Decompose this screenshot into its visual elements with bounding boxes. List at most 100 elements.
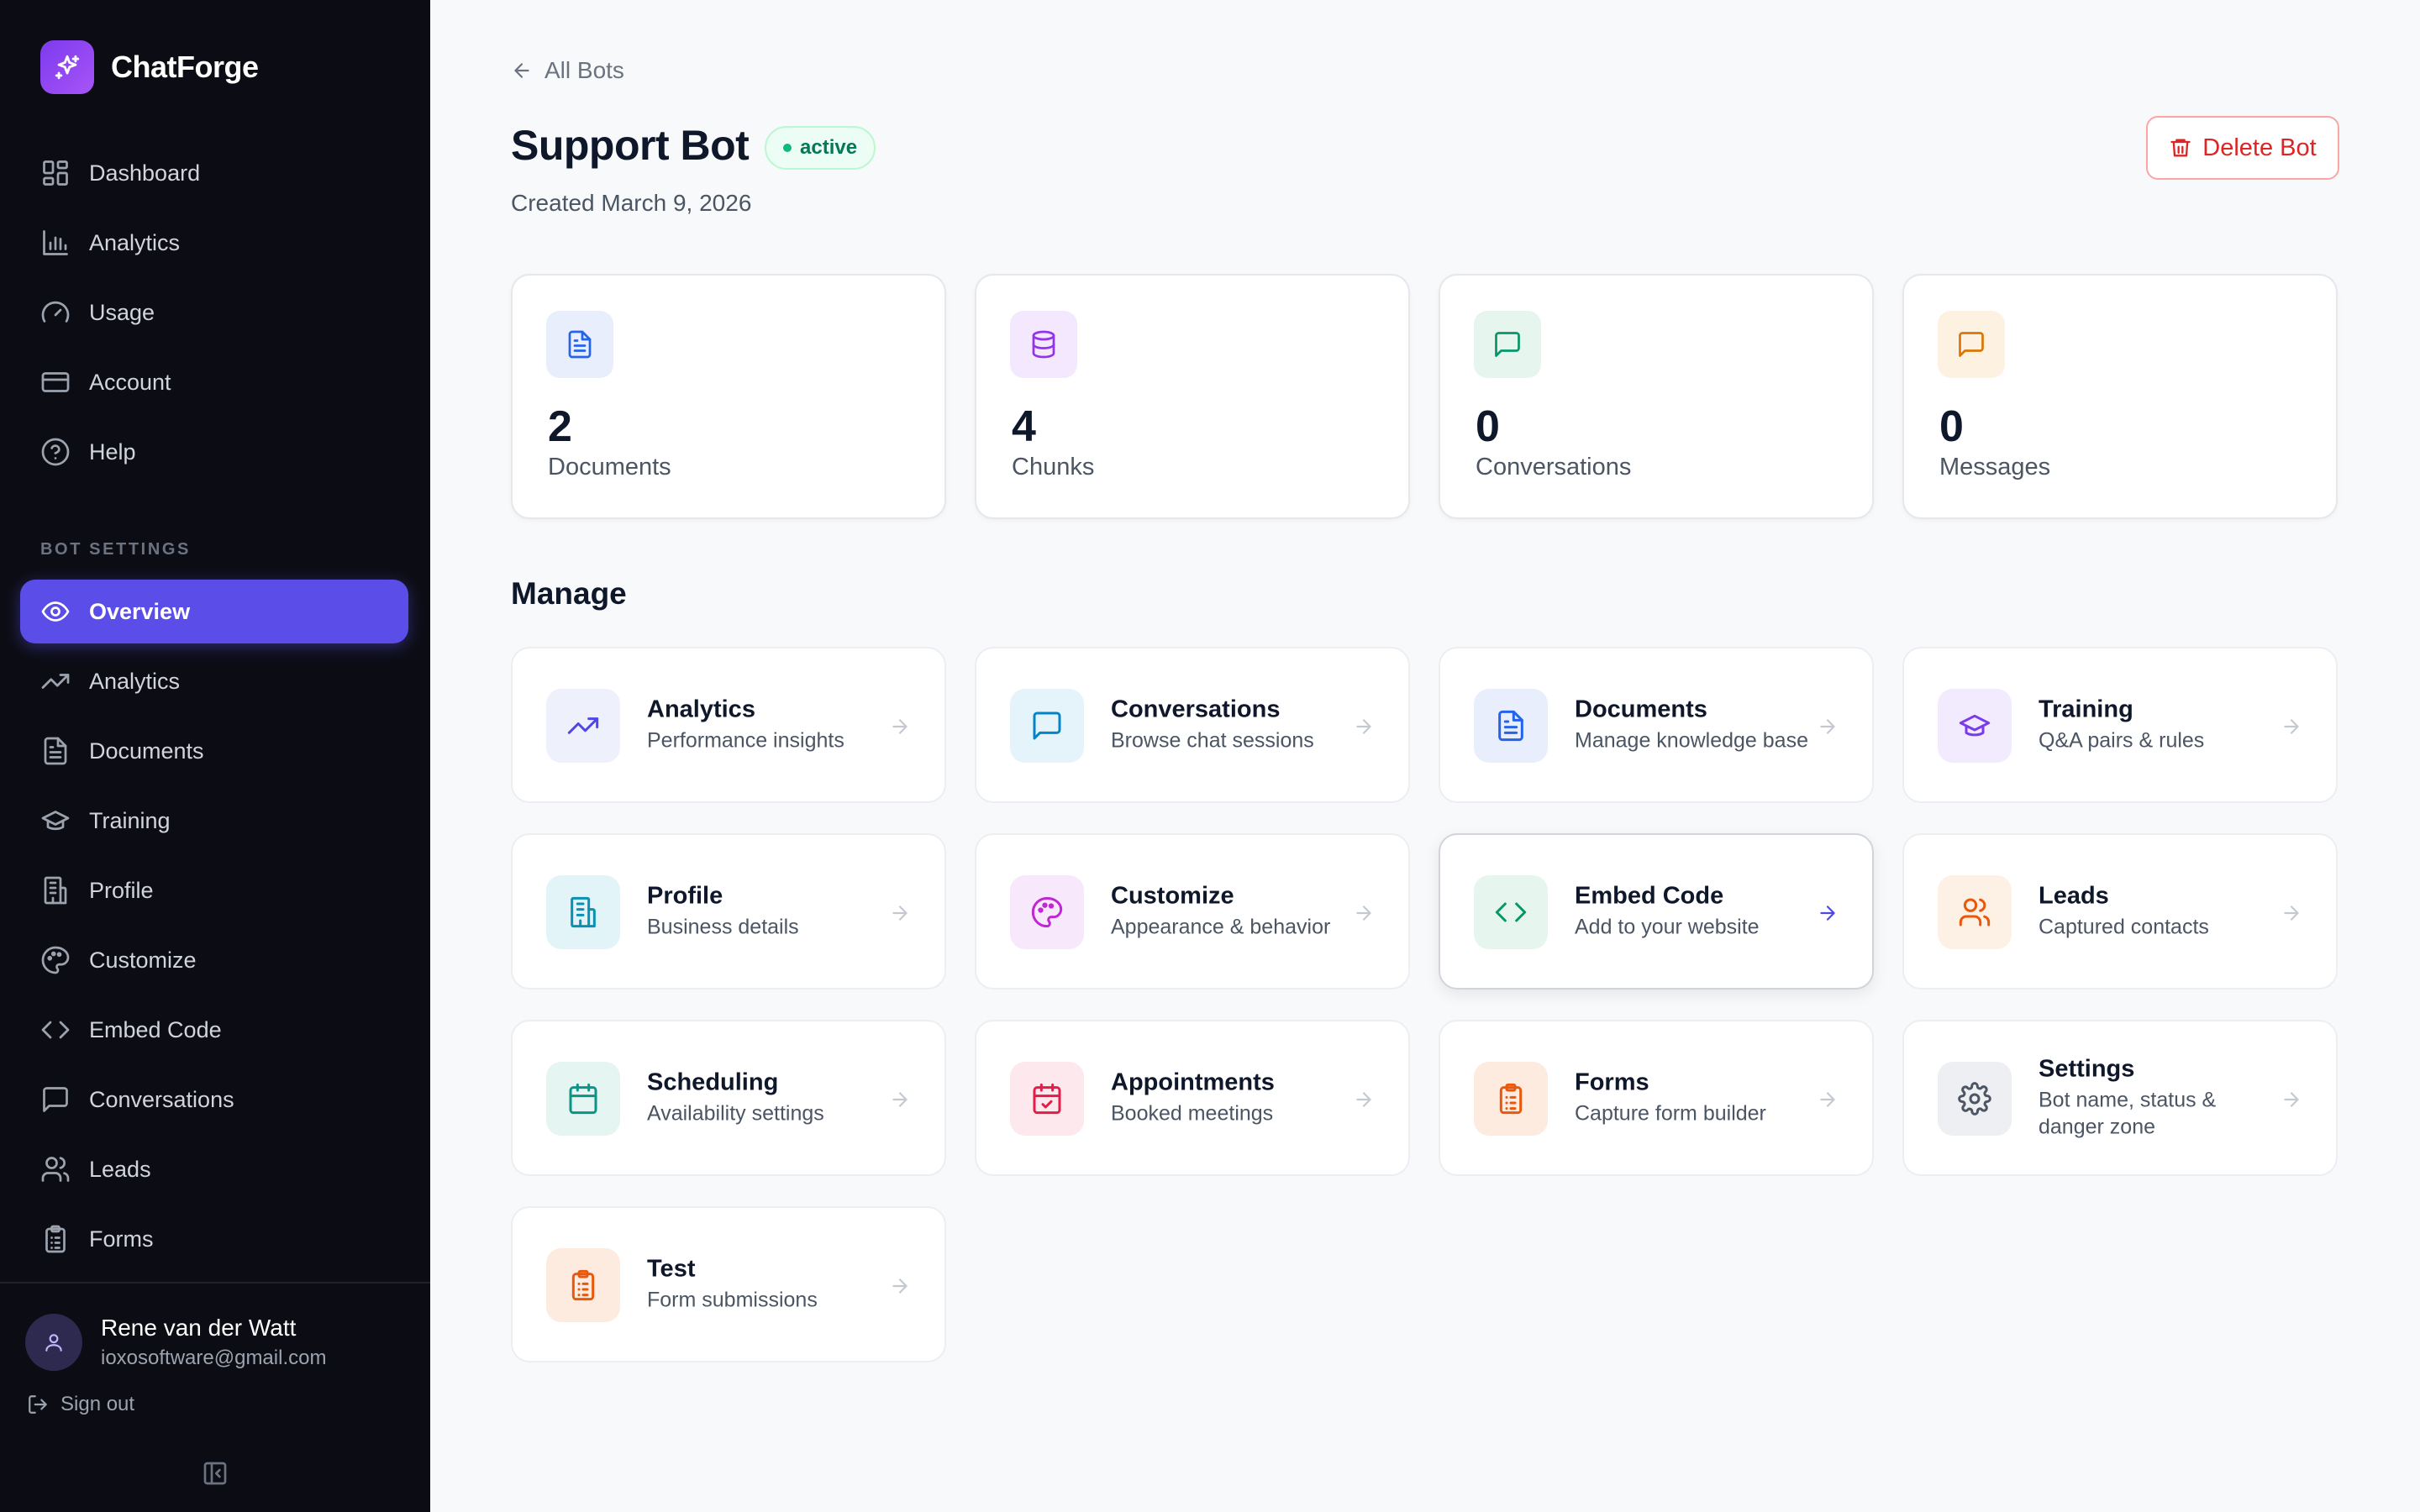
trending-up-icon — [41, 674, 70, 689]
sidebar-item-overview[interactable]: Overview — [20, 580, 408, 643]
sidebar: ChatForge Dashboard Analytics Usage Account… — [0, 0, 430, 1512]
manage-card-customize[interactable]: Customize Appearance & behavior — [975, 833, 1410, 990]
eye-icon — [41, 601, 70, 622]
building-icon — [44, 876, 67, 905]
manage-card-analytics[interactable]: Analytics Performance insights — [511, 647, 946, 803]
sidebar-item-label: Account — [89, 369, 171, 395]
manage-card-appointments[interactable]: Appointments Booked meetings — [975, 1020, 1410, 1176]
sidebar-item-leads[interactable]: Leads — [20, 1137, 408, 1201]
sign-out-button[interactable]: Sign out — [27, 1393, 134, 1416]
sidebar-item-dashboard[interactable]: Dashboard — [20, 141, 408, 205]
sidebar-item-analytics[interactable]: Analytics — [20, 211, 408, 275]
arrow-right-icon — [892, 906, 908, 921]
log-out-icon — [29, 1395, 47, 1414]
stats-row: 2 Documents 4 Chunks 0 Conversations 0 Messages — [511, 274, 2339, 519]
card-title: Forms — [1575, 1068, 1649, 1096]
arrow-right-icon — [1356, 719, 1371, 734]
clipboard-list-icon — [571, 1269, 595, 1301]
manage-card-embed-code[interactable]: Embed Code Add to your website — [1439, 833, 1874, 990]
card-subtitle: Manage knowledge base — [1575, 728, 1808, 753]
card-title: Documents — [1575, 696, 1707, 723]
stat-icon — [1938, 311, 2005, 378]
sparkles-icon — [40, 40, 94, 94]
card-subtitle: Capture form builder — [1575, 1101, 1766, 1126]
arrow-right-icon — [2284, 1092, 2299, 1107]
graduation-cap-icon — [41, 811, 70, 831]
sidebar-item-usage[interactable]: Usage — [20, 281, 408, 344]
sidebar-item-profile[interactable]: Profile — [20, 858, 408, 922]
arrow-right-icon — [892, 1092, 908, 1107]
calendar-check-icon — [1033, 1083, 1061, 1115]
clipboard-list-icon — [1499, 1083, 1523, 1115]
arrow-right-icon — [892, 719, 908, 734]
brand-name: ChatForge — [111, 50, 259, 84]
card-subtitle: Add to your website — [1575, 915, 1760, 939]
brand[interactable]: ChatForge — [40, 40, 259, 94]
trash-icon — [2170, 139, 2191, 157]
card-icon — [546, 1248, 620, 1322]
manage-card-documents[interactable]: Documents Manage knowledge base — [1439, 647, 1874, 803]
message-square-icon — [1495, 332, 1520, 357]
sidebar-item-forms[interactable]: Forms — [20, 1207, 408, 1271]
manage-card-scheduling[interactable]: Scheduling Availability settings — [511, 1020, 946, 1176]
card-icon — [1938, 689, 2012, 763]
stat-card-messages: 0 Messages — [1902, 274, 2338, 519]
sidebar-item-label: Forms — [89, 1226, 154, 1252]
manage-card-training[interactable]: Training Q&A pairs & rules — [1902, 647, 2338, 803]
file-text-icon — [1498, 710, 1523, 742]
message-square-icon — [1033, 711, 1061, 740]
stat-value: 0 — [1476, 402, 1500, 451]
page-title: Support Bot — [511, 122, 750, 169]
user-email: ioxosoftware@gmail.com — [101, 1347, 327, 1369]
manage-card-conversations[interactable]: Conversations Browse chat sessions — [975, 647, 1410, 803]
sidebar-item-label: Profile — [89, 877, 154, 903]
sidebar-item-embed-code[interactable]: Embed Code — [20, 998, 408, 1062]
user-profile[interactable]: Rene van der Watt ioxosoftware@gmail.com — [25, 1314, 326, 1371]
code-icon — [41, 1021, 70, 1039]
card-title: Profile — [647, 882, 723, 910]
manage-card-leads[interactable]: Leads Captured contacts — [1902, 833, 2338, 990]
manage-card-profile[interactable]: Profile Business details — [511, 833, 946, 990]
sidebar-item-label: Analytics — [89, 229, 181, 255]
users-icon — [1959, 898, 1991, 927]
card-subtitle: Booked meetings — [1111, 1101, 1274, 1126]
sidebar-item-conversations[interactable]: Conversations — [20, 1068, 408, 1131]
delete-bot-button[interactable]: Delete Bot — [2146, 116, 2339, 180]
sign-out-label: Sign out — [60, 1393, 135, 1415]
collapse-sidebar-icon[interactable] — [202, 1460, 229, 1487]
sidebar-item-label: Training — [89, 807, 171, 833]
user-name: Rene van der Watt — [101, 1315, 297, 1341]
card-subtitle: Business details — [647, 915, 799, 939]
back-link[interactable]: All Bots — [511, 57, 624, 84]
status-badge: active — [765, 126, 876, 170]
manage-card-forms[interactable]: Forms Capture form builder — [1439, 1020, 1874, 1176]
sidebar-item-label: Help — [89, 438, 136, 465]
sidebar-item-training[interactable]: Training — [20, 789, 408, 853]
main-content: All Bots Support Bot active Created Marc… — [430, 0, 2420, 1512]
card-icon — [1938, 875, 2012, 949]
stat-label: Conversations — [1476, 454, 1632, 480]
status-text: active — [800, 136, 858, 159]
gear-icon — [1958, 1082, 1991, 1116]
sidebar-item-label: Usage — [89, 299, 155, 325]
manage-card-settings[interactable]: Settings Bot name, status & danger zone — [1902, 1020, 2338, 1176]
sidebar-item-account[interactable]: Account — [20, 350, 408, 414]
arrow-left-icon — [514, 63, 529, 78]
arrow-right-icon — [2284, 906, 2299, 921]
stat-icon — [1474, 311, 1541, 378]
manage-card-test[interactable]: Test Form submissions — [511, 1206, 946, 1362]
card-subtitle: Performance insights — [647, 728, 844, 753]
sidebar-item-analytics[interactable]: Analytics — [20, 649, 408, 713]
graduation-cap-icon — [1959, 714, 1991, 737]
sidebar-item-customize[interactable]: Customize — [20, 928, 408, 992]
delete-bot-label: Delete Bot — [2202, 134, 2317, 161]
card-icon — [1474, 1062, 1548, 1136]
sidebar-item-documents[interactable]: Documents — [20, 719, 408, 783]
main-nav: Dashboard Analytics Usage Account Help — [20, 141, 408, 490]
trending-up-icon — [567, 717, 599, 734]
card-icon — [1010, 1062, 1084, 1136]
card-icon — [1010, 875, 1084, 949]
card-title: Leads — [2039, 882, 2109, 910]
sidebar-item-help[interactable]: Help — [20, 420, 408, 484]
message-square-icon — [43, 1087, 68, 1112]
